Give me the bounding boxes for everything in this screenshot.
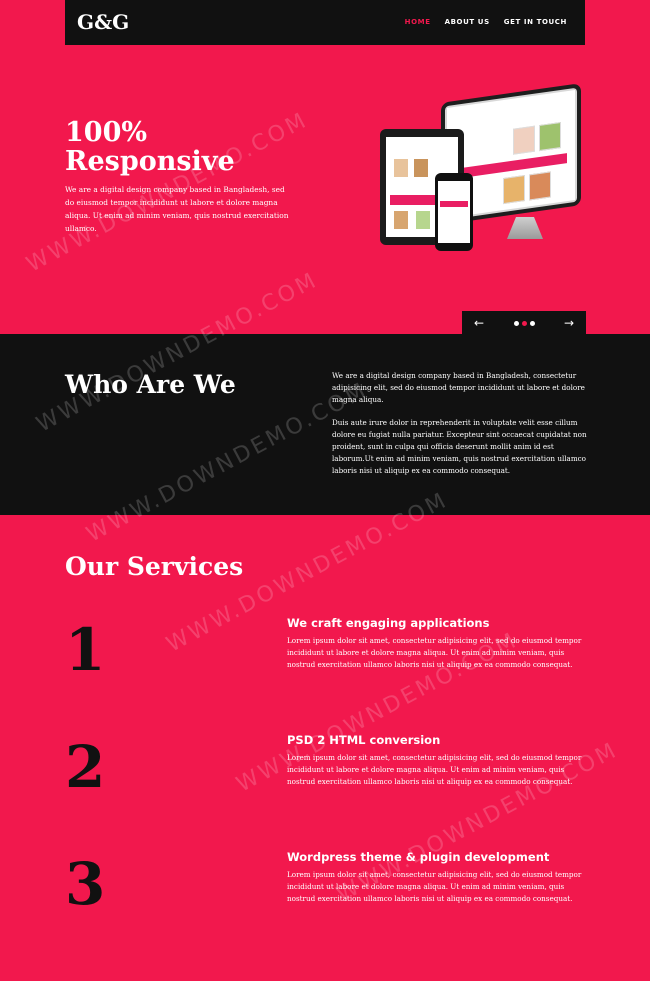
slider-controls: ← → <box>462 311 586 335</box>
about-section: Who Are We We are a digital design compa… <box>0 334 650 515</box>
slider-dot[interactable] <box>529 320 535 326</box>
monitor-stand <box>507 217 543 239</box>
service-title: PSD 2 HTML conversion <box>287 733 441 747</box>
service-number: 3 <box>65 850 106 918</box>
nav-home-link[interactable]: HOME <box>405 18 431 26</box>
site-header: G&G HOME ABOUT US GET IN TOUCH <box>65 0 585 45</box>
main-nav: HOME ABOUT US GET IN TOUCH <box>405 18 567 26</box>
service-text: Lorem ipsum dolor sit amet, consectetur … <box>287 753 582 786</box>
service-number: 2 <box>65 733 106 801</box>
hero-text: We are a digital design company based in… <box>65 185 289 233</box>
service-number: 1 <box>65 616 106 684</box>
nav-contact-link[interactable]: GET IN TOUCH <box>504 18 567 26</box>
hero-title: 100% Responsive <box>65 117 235 177</box>
devices-illustration <box>377 83 587 258</box>
nav-about-link[interactable]: ABOUT US <box>445 18 490 26</box>
logo[interactable]: G&G <box>77 10 129 34</box>
arrow-left-icon[interactable]: ← <box>472 316 486 330</box>
phone-image <box>435 173 473 251</box>
about-text: We are a digital design company based in… <box>332 370 587 488</box>
service-title: We craft engaging applications <box>287 616 490 630</box>
about-paragraph-1: We are a digital design company based in… <box>332 371 585 405</box>
about-title: Who Are We <box>65 370 236 399</box>
services-title: Our Services <box>65 552 244 581</box>
service-text: Lorem ipsum dolor sit amet, consectetur … <box>287 870 582 903</box>
slider-dot[interactable] <box>513 320 519 326</box>
arrow-right-icon[interactable]: → <box>562 316 576 330</box>
service-text: Lorem ipsum dolor sit amet, consectetur … <box>287 636 582 669</box>
slider-dot-active[interactable] <box>521 320 527 326</box>
service-title: Wordpress theme & plugin development <box>287 850 550 864</box>
about-paragraph-2: Duis aute irure dolor in reprehenderit i… <box>332 417 587 476</box>
slider-dots <box>513 320 535 326</box>
